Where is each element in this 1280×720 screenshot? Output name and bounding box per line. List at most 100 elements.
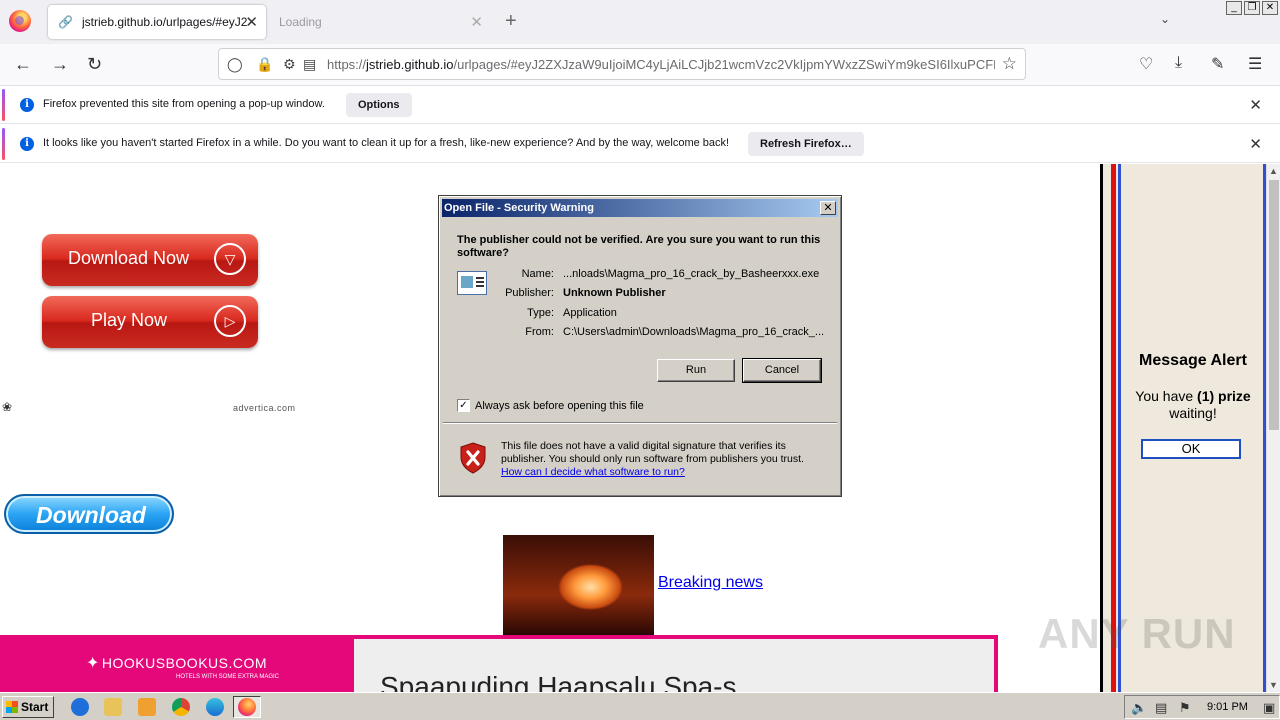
page-scrollbar[interactable]: ▲ ▼ [1266,164,1280,692]
name-label: Name: [521,268,554,280]
publisher-label: Publisher: [505,287,554,299]
firefox-icon [238,698,256,716]
firefox-logo-icon[interactable] [9,10,31,32]
edge-icon[interactable] [206,698,224,716]
alert-prize: prize [1218,388,1251,404]
lock-icon[interactable]: 🔒 [256,56,273,73]
ie-icon[interactable] [71,698,89,716]
triangle-down-icon: ▽ [214,243,246,275]
security-warning-dialog: Open File - Security Warning ✕ The publi… [438,195,842,497]
refresh-firefox-bar: i It looks like you haven't started Fire… [0,125,1280,163]
chrome-icon[interactable] [172,698,190,716]
clock: 9:01 PM [1207,701,1248,713]
dialog-title-bar[interactable]: Open File - Security Warning ✕ [442,199,838,217]
url-text[interactable]: https://jstrieb.github.io/urlpages/#eyJ2… [327,57,995,72]
reload-icon[interactable]: ↻ [87,54,102,75]
info-icon: i [20,98,34,112]
alert-count: (1) [1197,388,1215,404]
dialog-separator [443,422,837,424]
close-window-icon[interactable]: ✕ [1262,1,1278,15]
tab-strip: 🔗 jstrieb.github.io/urlpages/#eyJ2Z ✕ Lo… [0,0,1280,44]
advert-link[interactable]: advertica.com [233,403,296,413]
notification-accent [2,128,5,160]
notification-message: It looks like you haven't started Firefo… [43,137,730,149]
restore-icon[interactable]: ❐ [1244,1,1260,15]
menu-icon[interactable]: ☰ [1248,54,1262,74]
dialog-close-icon[interactable]: ✕ [820,201,836,215]
media-player-icon[interactable] [138,698,156,716]
always-ask-label[interactable]: Always ask before opening this file [475,400,644,412]
cancel-button[interactable]: Cancel [742,358,822,383]
breaking-news-link[interactable]: Breaking news [658,574,763,592]
downloads-icon[interactable]: ⤓ [1175,54,1182,72]
pocket-icon[interactable]: ♡ [1139,54,1153,74]
chevron-down-icon[interactable]: ⌄ [1160,12,1170,26]
flag-icon[interactable]: ⚑ [1179,700,1191,716]
options-button[interactable]: Options [346,93,412,117]
refresh-firefox-button[interactable]: Refresh Firefox… [748,132,864,156]
alert-title: Message Alert [1139,352,1247,369]
run-button[interactable]: Run [657,359,735,382]
butterfly-icon[interactable]: ❀ [2,400,12,414]
extensions-icon[interactable]: ✎ [1211,54,1224,74]
hotel-ad-banner[interactable]: ✦ HOOKUSBOOKUS.COM HOTELS WITH SOME EXTRA… [0,635,998,692]
ad-headline: Spaapuding Haapsalu Spa-s [380,671,737,692]
popup-blocked-bar: i Firefox prevented this site from openi… [0,86,1280,124]
volume-icon[interactable]: 🔈 [1131,700,1147,716]
scroll-thumb[interactable] [1269,180,1279,430]
type-value: Application [563,307,617,319]
permissions-icon[interactable]: ⚙ [283,56,296,73]
new-tab-icon[interactable]: + [505,10,517,33]
scroll-down-icon[interactable]: ▼ [1269,680,1278,690]
ad-content: Spaapuding Haapsalu Spa-s [354,639,994,692]
tab-title: Loading [279,15,322,29]
close-tab-icon[interactable]: ✕ [470,13,483,31]
alert-ok-button[interactable]: OK [1141,439,1241,459]
warning-shield-icon [460,442,486,474]
info-icon: i [20,137,34,151]
back-icon[interactable]: ← [14,54,32,75]
star-logo-icon: ✦ [86,655,100,672]
windows-logo-icon [6,701,18,713]
tab-title: jstrieb.github.io/urlpages/#eyJ2Z [82,15,248,29]
notification-accent [2,89,5,121]
play-now-label: Play Now [91,310,168,330]
from-label: From: [525,326,554,338]
close-tab-icon[interactable]: ✕ [245,13,258,31]
tab-active[interactable]: 🔗 jstrieb.github.io/urlpages/#eyJ2Z ✕ [48,5,266,39]
play-now-button[interactable]: Play Now ▷ [42,296,258,348]
help-link[interactable]: How can I decide what software to run? [501,466,685,478]
link-icon: 🔗 [58,15,73,29]
forward-icon[interactable]: → [51,54,69,75]
alert-text-suffix: waiting! [1169,405,1217,421]
page-info-icon[interactable]: ▤ [303,56,316,73]
url-bar[interactable]: ◯ 🔒 ⚙ ▤ https://jstrieb.github.io/urlpag… [218,48,1026,80]
bookmark-star-icon[interactable]: ☆ [1002,54,1017,74]
from-value: C:\Users\admin\Downloads\Magma_pro_16_cr… [563,326,825,338]
system-tray: 🔈 ▤ ⚑ 9:01 PM ▣ [1124,695,1280,719]
network-icon[interactable]: ▤ [1155,700,1167,716]
minimize-icon[interactable]: _ [1226,1,1242,15]
shield-icon[interactable]: ◯ [227,56,243,73]
dialog-title: Open File - Security Warning [444,202,594,214]
download-label: Download [36,502,146,528]
tab-loading[interactable]: Loading ✕ [270,5,490,39]
nav-bar: ← → ↻ ◯ 🔒 ⚙ ▤ https://jstrieb.github.io/… [0,44,1280,86]
screen: 🔗 jstrieb.github.io/urlpages/#eyJ2Z ✕ Lo… [0,0,1280,720]
close-icon[interactable]: ✕ [1249,96,1262,114]
taskbar: Start 🔈 ▤ ⚑ 9:01 PM ▣ [0,692,1280,720]
alert-text-prefix: You have [1135,388,1198,404]
notification-message: Firefox prevented this site from opening… [43,98,325,110]
folder-icon[interactable] [104,698,122,716]
show-desktop-icon[interactable]: ▣ [1263,700,1275,716]
anyrun-watermark: ANY RUN [1038,610,1236,657]
download-button[interactable]: Download [4,494,174,534]
close-icon[interactable]: ✕ [1249,135,1262,153]
scroll-up-icon[interactable]: ▲ [1269,166,1278,176]
ad-logo: ✦ HOOKUSBOOKUS.COM [86,653,267,673]
always-ask-checkbox[interactable]: ✓ [457,399,470,412]
firefox-taskbar-button[interactable] [233,696,261,718]
news-image[interactable] [503,535,654,635]
download-now-button[interactable]: Download Now ▽ [42,234,258,286]
start-button[interactable]: Start [2,696,54,718]
